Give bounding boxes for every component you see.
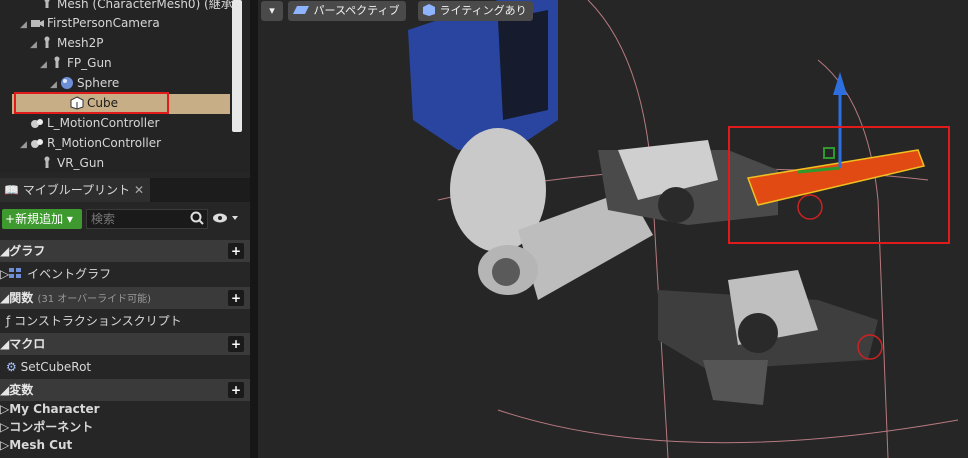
skeletal-mesh-icon (40, 156, 54, 170)
perspective-button[interactable]: パースペクティブ (288, 1, 406, 21)
expand-arrow-icon[interactable]: ◢ (20, 135, 30, 155)
tree-item-l-motioncontroller[interactable]: L_MotionController (30, 113, 159, 133)
chevron-down-icon: ▾ (269, 4, 275, 17)
graph-icon (9, 267, 23, 281)
expand-arrow-icon: ▷ (0, 402, 10, 416)
section-graphs[interactable]: ◢グラフ + (0, 240, 250, 262)
add-variable-button[interactable]: + (228, 382, 244, 398)
skeletal-mesh-icon (40, 0, 54, 11)
expand-arrow-icon[interactable]: ◢ (40, 55, 50, 75)
list-item-construction-script[interactable]: ƒ コンストラクションスクリプト (0, 310, 250, 332)
skeletal-mesh-icon (40, 36, 54, 50)
eye-icon[interactable] (212, 211, 240, 228)
add-function-button[interactable]: + (228, 290, 244, 306)
cube-annotation-box (14, 92, 169, 114)
component-tree: Mesh (CharacterMesh0) (継承) ◢ FirstPersonC… (0, 0, 250, 172)
tab-my-blueprint[interactable]: 📖 マイブループリント ✕ (0, 178, 150, 202)
perspective-icon (292, 4, 310, 17)
section-functions[interactable]: ◢関数 (31 オーバーライド可能) + (0, 287, 250, 309)
viewport-options-button[interactable]: ▾ (261, 1, 283, 21)
list-item-setcuberot[interactable]: ⚙ SetCubeRot (0, 356, 250, 378)
tree-item-r-motioncontroller[interactable]: ◢ R_MotionController (20, 133, 161, 153)
book-icon: 📖 (4, 183, 19, 197)
motion-controller-icon (30, 116, 44, 130)
search-icon[interactable] (190, 211, 204, 228)
close-icon[interactable]: ✕ (134, 178, 144, 202)
panel-splitter[interactable] (250, 0, 258, 458)
section-macros[interactable]: ◢マクロ + (0, 333, 250, 355)
camera-icon (30, 16, 44, 30)
add-macro-button[interactable]: + (228, 336, 244, 352)
expand-arrow-icon[interactable]: ◢ (30, 35, 40, 55)
expand-arrow-icon[interactable]: ◢ (20, 15, 30, 35)
sphere-icon (60, 76, 74, 90)
viewport[interactable]: ▾ パースペクティブ ライティングあり (258, 0, 968, 458)
expand-arrow-icon: ▷ (0, 420, 10, 434)
collapse-arrow-icon: ◢ (0, 383, 10, 397)
list-item-event-graph[interactable]: ▷ イベントグラフ (0, 263, 250, 285)
add-new-button[interactable]: +新規追加 ▾ (2, 209, 82, 229)
macro-gear-icon: ⚙ (6, 360, 17, 374)
collapse-arrow-icon: ◢ (0, 337, 10, 351)
tab-bar: 📖 マイブループリント ✕ (0, 178, 250, 202)
expand-arrow-icon: ▷ (0, 267, 10, 281)
add-graph-button[interactable]: + (228, 243, 244, 259)
variable-category-my-character[interactable]: ▷My Character (0, 400, 250, 418)
variable-category-components[interactable]: ▷コンポーネント (0, 418, 250, 436)
lighting-mode-button[interactable]: ライティングあり (418, 1, 533, 21)
tree-item-vr-gun[interactable]: VR_Gun (40, 153, 104, 172)
collapse-arrow-icon: ◢ (0, 291, 10, 305)
lit-cube-icon (422, 4, 436, 17)
plus-icon: + (5, 212, 16, 226)
chevron-down-icon: ▾ (63, 212, 73, 226)
tree-item-sphere[interactable]: ◢ Sphere (50, 73, 119, 93)
tree-scrollbar[interactable] (232, 0, 242, 132)
expand-arrow-icon: ▷ (0, 438, 10, 452)
skeletal-mesh-icon (50, 56, 64, 70)
collapse-arrow-icon: ◢ (0, 244, 10, 258)
tree-item-mesh2p[interactable]: ◢ Mesh2P (30, 33, 103, 53)
section-variables[interactable]: ◢変数 + (0, 379, 250, 401)
tree-item-mesh[interactable]: Mesh (CharacterMesh0) (継承) (40, 0, 237, 14)
motion-controller-icon (30, 136, 44, 150)
variable-category-mesh-cut[interactable]: ▷Mesh Cut (0, 436, 250, 454)
cube-highlight-box (728, 126, 950, 244)
function-icon: ƒ (6, 314, 11, 328)
left-panel: Mesh (CharacterMesh0) (継承) ◢ FirstPersonC… (0, 0, 250, 458)
blueprint-toolbar: +新規追加 ▾ 検索 (0, 206, 250, 232)
tree-item-firstpersoncamera[interactable]: ◢ FirstPersonCamera (20, 13, 160, 33)
tree-item-fp-gun[interactable]: ◢ FP_Gun (40, 53, 112, 73)
